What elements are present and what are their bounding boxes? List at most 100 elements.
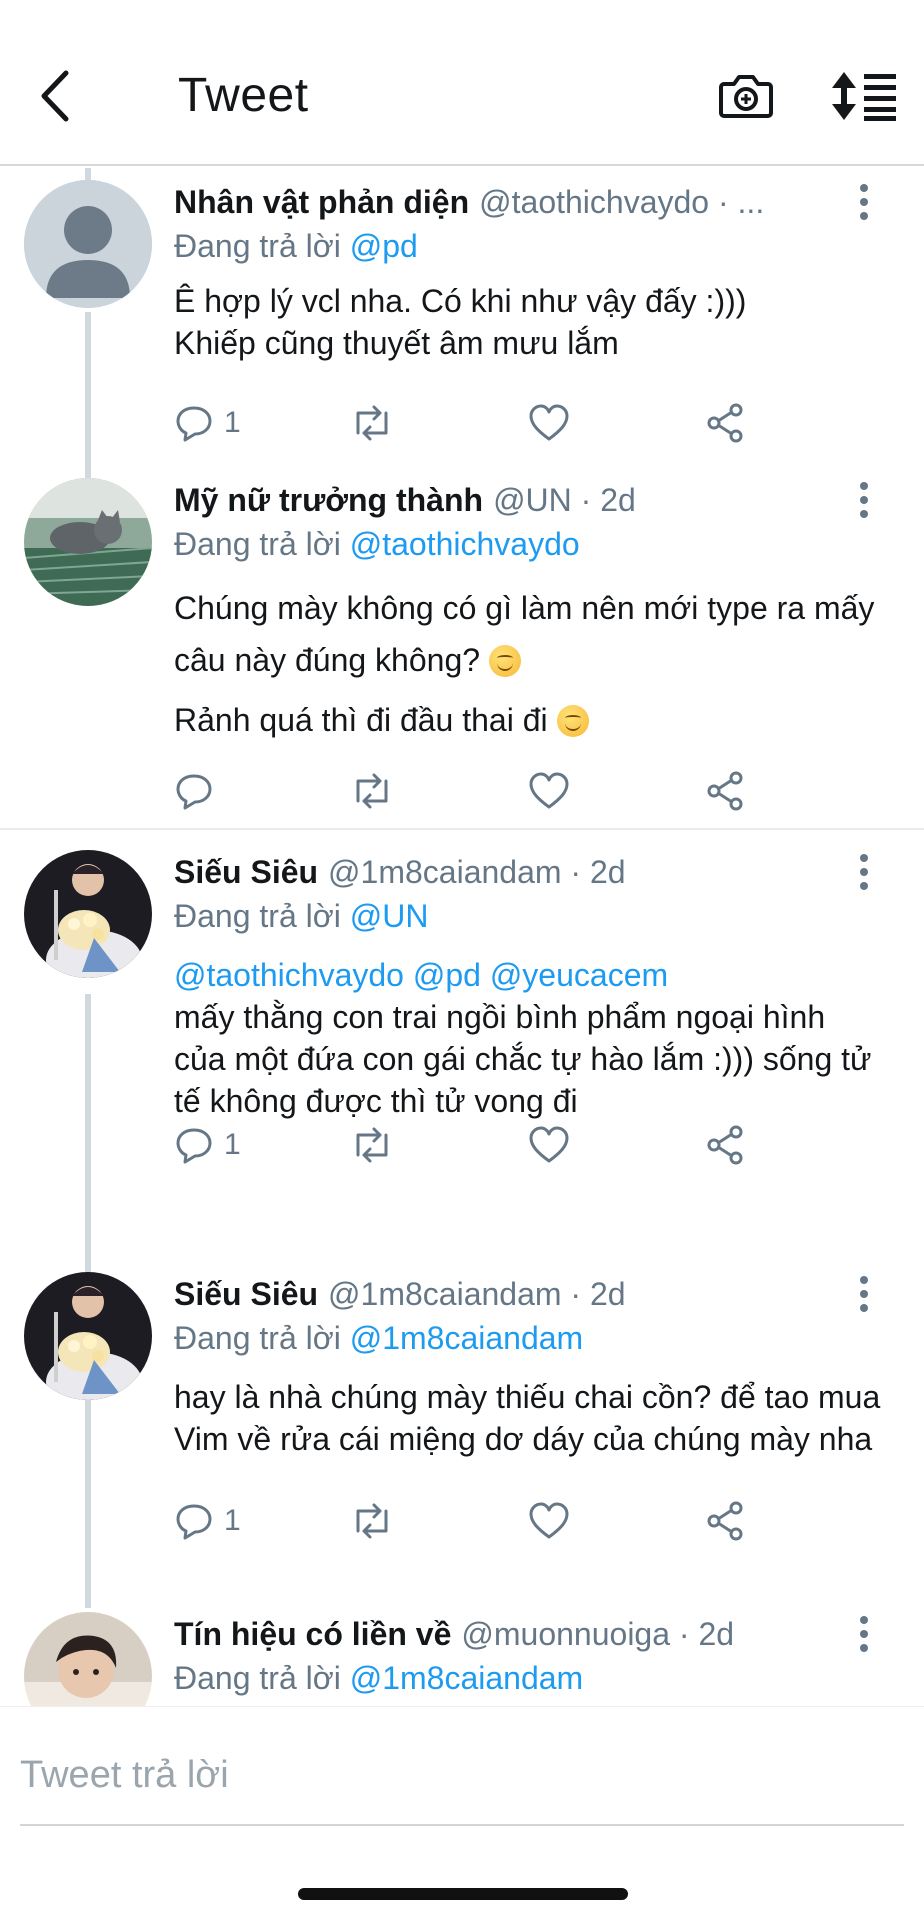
smiling-face-emoji [556,705,589,737]
retweet-button[interactable] [350,403,394,443]
like-button[interactable] [528,403,570,443]
replying-to-label: Đang trả lời [174,1320,341,1356]
reply-input[interactable] [20,1747,900,1803]
more-options-button[interactable] [852,1272,876,1316]
retweet-icon [356,1127,388,1163]
avatar[interactable] [24,180,152,308]
share-button[interactable] [704,770,746,812]
back-button[interactable] [30,66,80,126]
tweet[interactable]: Nhân vật phản diện @taothichvaydo · ... … [0,180,924,510]
tweet[interactable]: Siếu Siêu @1m8caiandam · 2d Đang trả lời… [0,1272,924,1608]
replying-to-mention[interactable]: @UN [350,898,429,934]
camera-button[interactable] [718,68,774,124]
tweet-actions: 1 [174,1120,754,1170]
more-options-button[interactable] [852,850,876,894]
thread-divider [0,828,924,830]
replying-to-mention[interactable]: @1m8caiandam [350,1320,583,1356]
tweet-text-line: hay là nhà chúng mày thiếu chai cồn? để … [174,1379,881,1457]
reply-count: 1 [224,406,241,439]
author-name[interactable]: Siếu Siêu [174,1276,318,1313]
author-name[interactable]: Mỹ nữ trưởng thành [174,482,483,519]
reply-button[interactable] [174,771,224,811]
reply-button[interactable]: 1 [174,403,241,443]
tweet-text-line: Khiếp cũng thuyết âm mưu lắm [174,325,619,361]
replying-to: Đang trả lời @1m8caiandam [174,1656,884,1700]
retweet-button[interactable] [350,1501,394,1541]
tweet-mentions[interactable]: @taothichvaydo @pd @yeucacem [174,954,884,996]
share-icon [707,1125,743,1165]
person-with-flowers-avatar [24,850,152,978]
more-options-button[interactable] [852,478,876,522]
share-button[interactable] [704,1500,746,1542]
camera-icon [719,75,773,118]
reply-icon [176,1504,212,1540]
sort-icon [832,72,896,121]
share-button[interactable] [704,1124,746,1166]
sort-button[interactable] [830,70,900,122]
author-handle: @taothichvaydo · ... [479,183,765,220]
author-name[interactable]: Nhân vật phản diện [174,184,469,221]
share-icon [707,771,743,811]
page-title: Tweet [178,69,309,122]
like-button[interactable] [528,771,570,811]
reply-feed: Nhân vật phản diện @taothichvaydo · ... … [0,168,924,1706]
author-handle: @1m8caiandam · 2d [328,1275,626,1312]
tweet-actions: 1 [174,398,754,448]
replying-to-label: Đang trả lời [174,228,341,264]
home-indicator[interactable] [298,1888,628,1900]
replying-to-label: Đang trả lời [174,526,341,562]
default-avatar-icon [24,180,152,308]
author-name[interactable]: Tín hiệu có liền về [174,1616,451,1653]
avatar[interactable] [24,1612,152,1706]
cat-photo-avatar [24,478,152,606]
replying-to: Đang trả lời @taothichvaydo [174,522,884,566]
heart-icon [529,1502,569,1539]
replying-to-label: Đang trả lời [174,1660,341,1696]
retweet-button[interactable] [350,1125,394,1165]
retweet-icon [356,405,388,441]
tweet[interactable]: Mỹ nữ trưởng thành @UN · 2d Đang trả lời… [0,478,924,834]
tweet[interactable]: Siếu Siêu @1m8caiandam · 2d Đang trả lời… [0,850,924,1260]
reply-button[interactable]: 1 [174,1125,241,1165]
heart-icon [529,1126,569,1163]
share-button[interactable] [704,402,746,444]
avatar[interactable] [24,478,152,606]
more-options-button[interactable] [852,1612,876,1656]
reply-icon [176,774,212,810]
thread-line [85,168,91,180]
share-icon [707,403,743,443]
tweet-text-line: Ê hợp lý vcl nha. Có khi như vậy đấy :))… [174,283,747,319]
smiling-face-emoji [488,645,521,677]
composer-underline [20,1824,904,1826]
tweet-actions: 1 [174,1496,754,1546]
more-options-button[interactable] [852,180,876,224]
tweet-text: hay là nhà chúng mày thiếu chai cồn? để … [174,1376,884,1460]
avatar[interactable] [24,1272,152,1400]
replying-to-mention[interactable]: @1m8caiandam [350,1660,583,1696]
tweet-text-line: Chúng mày không có gì làm nên mới type r… [174,590,875,678]
retweet-icon [356,1503,388,1539]
author-handle: @1m8caiandam · 2d [328,853,626,890]
tweet-text-line: Rảnh quá thì đi đầu thai đi [174,702,548,738]
tweet-actions [174,766,754,816]
replying-to-mention[interactable]: @pd [350,228,418,264]
tweet-text: Ê hợp lý vcl nha. Có khi như vậy đấy :))… [174,280,884,364]
top-bar: Tweet [0,0,924,166]
author-name[interactable]: Siếu Siêu [174,854,318,891]
reply-button[interactable]: 1 [174,1501,241,1541]
retweet-icon [356,773,388,809]
tweet-text: @taothichvaydo @pd @yeucacem mấy thằng c… [174,954,884,1122]
retweet-button[interactable] [350,771,394,811]
replying-to-mention[interactable]: @taothichvaydo [350,526,580,562]
tweet-text: Chúng mày không có gì làm nên mới type r… [174,582,884,746]
avatar[interactable] [24,850,152,978]
like-button[interactable] [528,1125,570,1165]
tweet[interactable]: Tín hiệu có liền về @muonnuoiga · 2d Đan… [0,1612,924,1706]
replying-to: Đang trả lời @1m8caiandam [174,1316,884,1360]
replying-to: Đang trả lời @UN [174,894,884,938]
replying-to-label: Đang trả lời [174,898,341,934]
replying-to: Đang trả lời @pd [174,224,884,268]
chevron-left-icon [41,70,69,122]
person-with-flowers-avatar [24,1272,152,1400]
like-button[interactable] [528,1501,570,1541]
